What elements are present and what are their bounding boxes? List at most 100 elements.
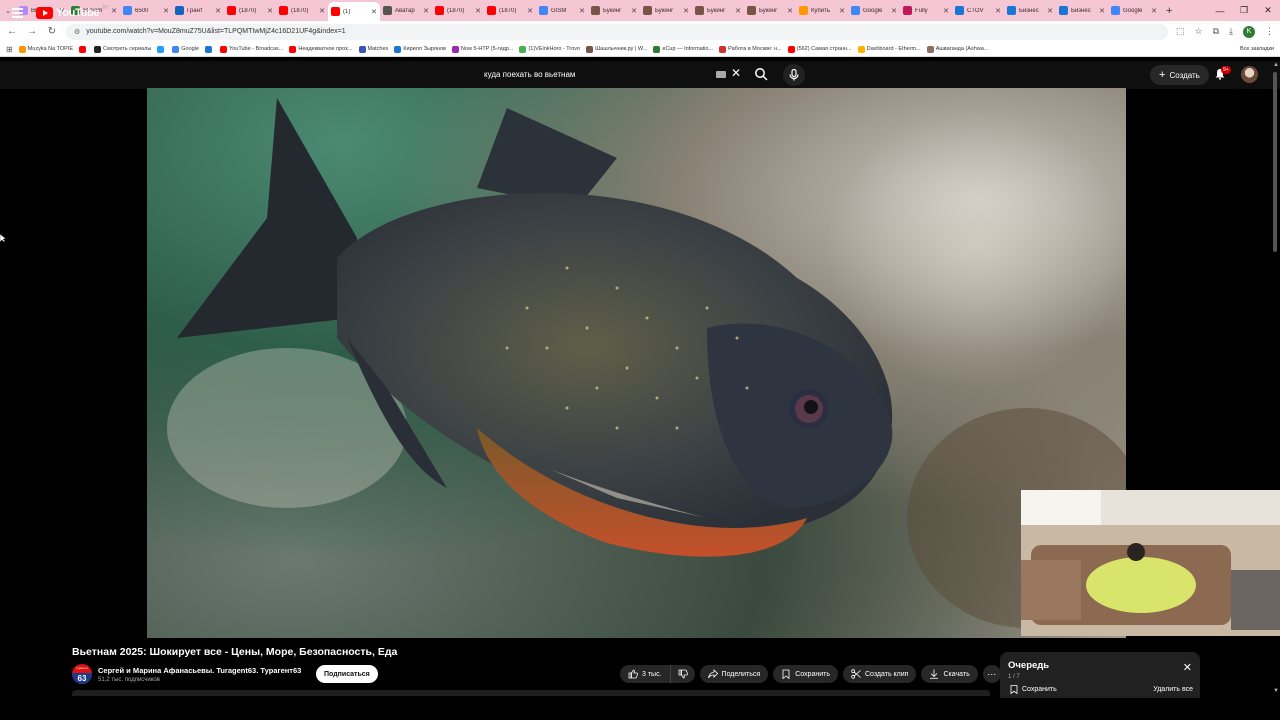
bookmark-item[interactable]: Шашлычник.ру | W...	[586, 45, 647, 53]
extensions-icon[interactable]: ⧉	[1213, 26, 1219, 37]
menu-dots-icon[interactable]: ⋮	[1265, 26, 1274, 37]
browser-tab[interactable]: Google ✕	[1108, 2, 1160, 19]
queue-clear-all-button[interactable]: Удалить все	[1153, 686, 1193, 693]
tab-close-icon[interactable]: ✕	[683, 7, 689, 15]
tab-close-icon[interactable]: ✕	[319, 7, 325, 15]
more-actions-icon[interactable]: ⋯	[982, 665, 1001, 683]
browser-tab[interactable]: (1870) ✕	[276, 2, 328, 19]
tab-close-icon[interactable]: ✕	[631, 7, 637, 15]
browser-tab[interactable]: Букинг ✕	[588, 2, 640, 19]
browser-tab[interactable]: Google ✕	[848, 2, 900, 19]
tab-close-icon[interactable]: ✕	[111, 7, 117, 15]
minimize-icon[interactable]: —	[1208, 6, 1232, 16]
maximize-icon[interactable]: ❐	[1232, 5, 1256, 16]
tab-close-icon[interactable]: ✕	[839, 7, 845, 15]
bookmark-item[interactable]: Ашваганда (Ashwa...	[926, 45, 988, 53]
bookmark-item[interactable]: Смотреть сериалы	[94, 45, 151, 53]
search-icon[interactable]	[754, 67, 768, 81]
tab-close-icon[interactable]: ✕	[1151, 7, 1157, 15]
tab-close-icon[interactable]: ✕	[579, 7, 585, 15]
bookmark-item[interactable]: Неадекватное прох...	[289, 45, 353, 53]
bookmark-item[interactable]: Работа в Москве: н...	[719, 45, 782, 53]
bookmark-item[interactable]	[205, 45, 214, 53]
queue-save-button[interactable]: Сохранить	[1010, 685, 1057, 694]
youtube-logo[interactable]: YouTube BY	[36, 5, 109, 19]
browser-tab[interactable]: (1870) ✕	[224, 2, 276, 19]
tab-close-icon[interactable]: ✕	[371, 8, 377, 16]
create-clip-button[interactable]: Создать клип	[842, 665, 917, 683]
tab-close-icon[interactable]: ✕	[787, 7, 793, 15]
browser-tab[interactable]: Бизнес ✕	[1004, 2, 1056, 19]
browser-tab[interactable]: Букинг ✕	[692, 2, 744, 19]
new-tab-button[interactable]: +	[1166, 5, 1172, 17]
like-button[interactable]: 3 тыс.	[620, 665, 671, 683]
bookmark-item[interactable]: Muzyka Na TOPIE	[18, 45, 73, 53]
tab-close-icon[interactable]: ✕	[891, 7, 897, 15]
bookmark-item[interactable]: YouTube - Broadcas...	[220, 45, 283, 53]
reload-icon[interactable]: ↻	[46, 26, 58, 37]
browser-tab[interactable]: (1870) ✕	[484, 2, 536, 19]
bookmark-item[interactable]	[79, 45, 88, 53]
bookmark-item[interactable]: Matches	[358, 45, 388, 53]
bookmark-item[interactable]: Google	[172, 45, 199, 53]
bookmark-item[interactable]: (562) Самая странн...	[787, 45, 852, 53]
bookmark-item[interactable]: (1)VEinkHoro - Trovo	[519, 45, 580, 53]
account-avatar[interactable]	[1241, 66, 1258, 83]
video-player[interactable]	[147, 88, 1126, 638]
save-button[interactable]: Сохранить	[773, 665, 838, 683]
bookmark-item[interactable]: Dashboard - Etherm...	[857, 45, 921, 53]
browser-tab[interactable]: Грант ✕	[172, 2, 224, 19]
apps-grid-icon[interactable]: ⊞	[6, 45, 13, 54]
bookmark-item[interactable]: eCup — Informatio...	[653, 45, 713, 53]
browser-tab[interactable]: Fully ✕	[900, 2, 952, 19]
browser-tab[interactable]: Букинг ✕	[640, 2, 692, 19]
description-box[interactable]	[72, 690, 990, 696]
share-button[interactable]: Поделиться	[699, 665, 769, 683]
search-input[interactable]: куда поехать во вьетнам	[476, 64, 746, 85]
browser-tab[interactable]: GISM ✕	[536, 2, 588, 19]
tab-close-icon[interactable]: ✕	[1047, 7, 1053, 15]
bookmark-item[interactable]: Now 5-HTP (5-гидр...	[451, 45, 513, 53]
profile-avatar[interactable]: K	[1243, 25, 1255, 38]
back-icon[interactable]: ←	[6, 26, 18, 37]
close-window-icon[interactable]: ✕	[1256, 5, 1280, 16]
browser-tab[interactable]: Аватар ✕	[380, 2, 432, 19]
channel-avatar[interactable]: турагент 63	[72, 664, 92, 684]
subscribe-button[interactable]: Подписаться	[316, 665, 378, 683]
tab-close-icon[interactable]: ✕	[1099, 7, 1105, 15]
install-icon[interactable]: ⬚	[1176, 26, 1185, 37]
menu-hamburger-icon[interactable]	[12, 8, 23, 18]
clear-search-icon[interactable]: ✕	[731, 66, 741, 80]
browser-tab[interactable]: CTOV ✕	[952, 2, 1004, 19]
all-bookmarks-button[interactable]: Все закладки	[1240, 46, 1274, 52]
queue-close-icon[interactable]: ✕	[1183, 661, 1192, 674]
scroll-up-arrow-icon[interactable]: ▲	[1273, 62, 1279, 68]
site-info-icon[interactable]: ⚙	[74, 28, 80, 36]
browser-tab[interactable]: Бизнес ✕	[1056, 2, 1108, 19]
tab-close-icon[interactable]: ✕	[267, 7, 273, 15]
bookmark-item[interactable]: Кирилл Зырянов	[394, 45, 446, 53]
browser-tab[interactable]: (1) ✕	[328, 2, 380, 21]
page-scrollbar[interactable]	[1273, 72, 1277, 252]
download-button[interactable]: Скачать	[921, 665, 978, 683]
channel-name[interactable]: Сергей и Марина Афанасьевы. Turagent63. …	[98, 666, 301, 675]
tab-close-icon[interactable]: ✕	[475, 7, 481, 15]
tab-close-icon[interactable]: ✕	[735, 7, 741, 15]
tab-close-icon[interactable]: ✕	[163, 7, 169, 15]
tab-close-icon[interactable]: ✕	[995, 7, 1001, 15]
tab-close-icon[interactable]: ✕	[943, 7, 949, 15]
scroll-down-arrow-icon[interactable]: ▼	[1273, 688, 1279, 694]
tab-close-icon[interactable]: ✕	[423, 7, 429, 15]
dislike-button[interactable]	[670, 665, 695, 683]
bookmark-item[interactable]	[157, 45, 166, 53]
address-bar[interactable]: ⚙ youtube.com/watch?v=MouZ8muZ75U&list=T…	[66, 23, 1168, 40]
tab-close-icon[interactable]: ✕	[215, 7, 221, 15]
bookmark-star-icon[interactable]: ☆	[1195, 26, 1203, 37]
create-button[interactable]: + Создать	[1150, 65, 1209, 85]
browser-tab[interactable]: 6500 ✕	[120, 2, 172, 19]
voice-search-icon[interactable]	[783, 64, 805, 86]
pip-webcam[interactable]	[1021, 490, 1280, 636]
keyboard-icon[interactable]	[716, 71, 726, 78]
browser-tab[interactable]: (1870) ✕	[432, 2, 484, 19]
downloads-icon[interactable]: ⤓	[1229, 26, 1233, 37]
